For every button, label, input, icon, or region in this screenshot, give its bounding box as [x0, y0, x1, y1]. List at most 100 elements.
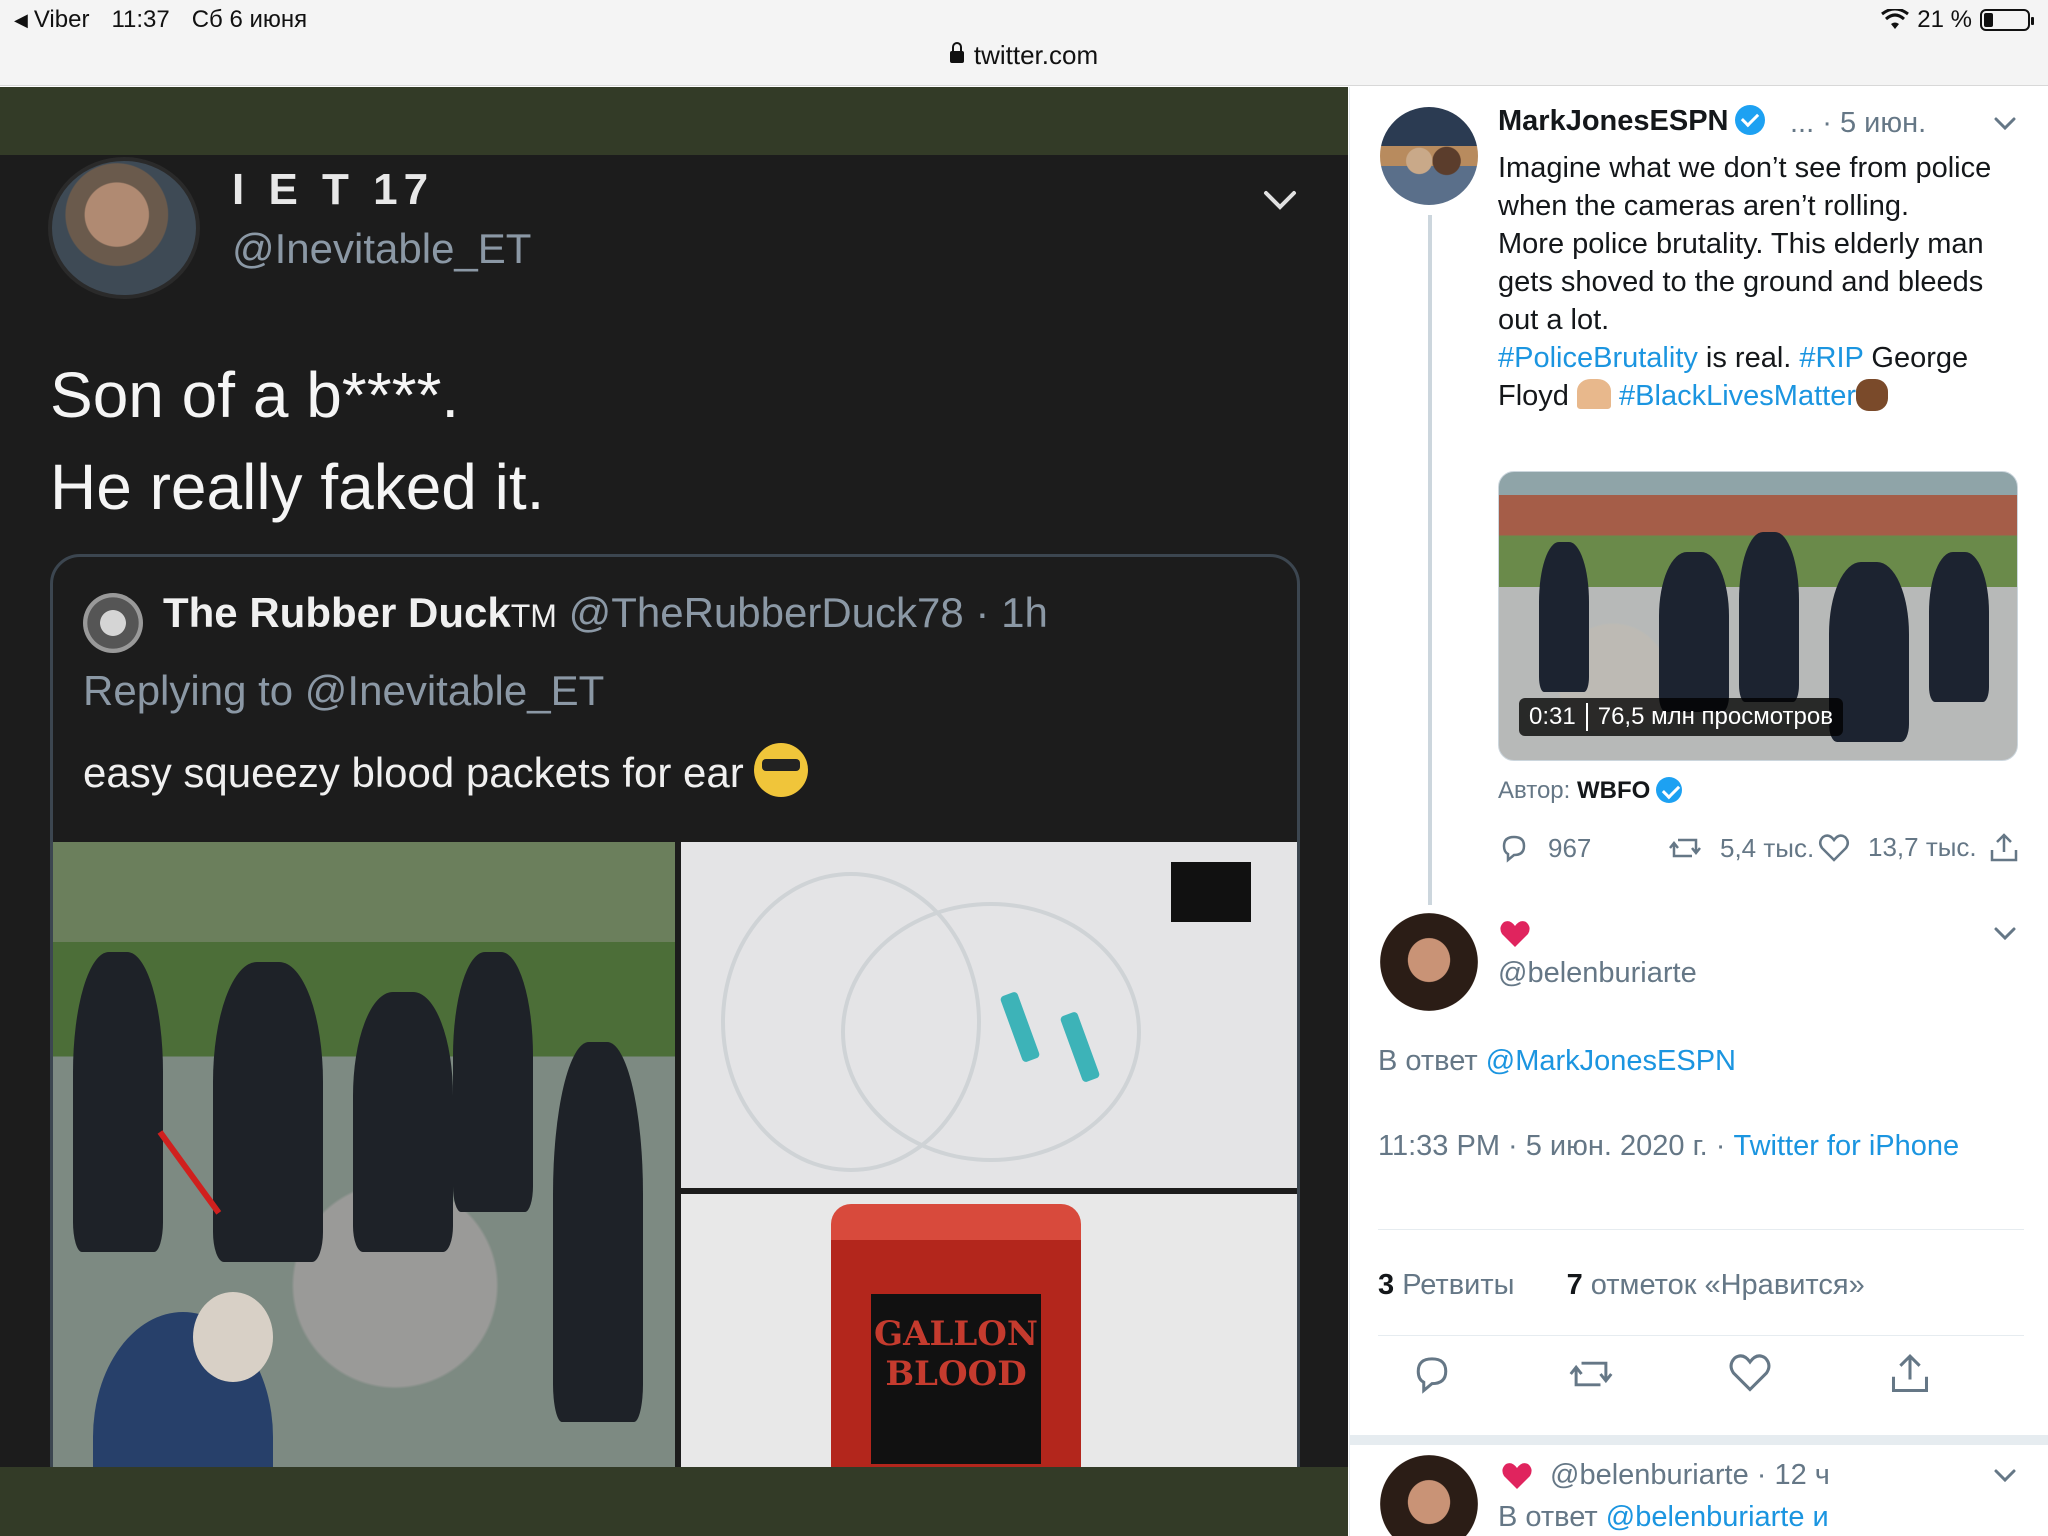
likes-count[interactable]: 7	[1567, 1269, 1583, 1301]
status-left: ◀ Viber 11:37 Сб 6 июня	[14, 6, 307, 34]
embedded-tweet-image[interactable]: I E T 17 @Inevitable_ET Son of a b****. …	[0, 87, 1348, 1536]
thread-connector	[1428, 215, 1432, 905]
tweet-body: Imagine what we don’t see from police wh…	[1498, 149, 2028, 415]
retweet-action[interactable]: 5,4 тыс.	[1668, 832, 1814, 864]
sunglasses-emoji-icon	[753, 743, 808, 797]
raised-fist-emoji-icon	[1855, 379, 1888, 411]
officer-figure	[353, 992, 453, 1252]
divider	[1378, 1335, 2024, 1336]
tweet-source-link[interactable]: Twitter for iPhone	[1733, 1130, 1959, 1162]
quoted-tweet: The Rubber DuckTM @TheRubberDuck78 · 1h …	[50, 554, 1300, 1536]
tweet-actions: 967 5,4 тыс. 13,7 тыс.	[1498, 832, 2028, 872]
quoted-tm: TM	[510, 598, 557, 634]
image-bottom-border	[0, 1467, 1348, 1536]
video-thumbnail[interactable]: 0:31 76,5 млн просмотров	[1498, 471, 2018, 761]
embedded-tweet-text: Son of a b****. He really faked it.	[50, 359, 545, 523]
blood-kit-photo	[681, 842, 1297, 1188]
retweet-icon	[1669, 838, 1701, 858]
video-author-source[interactable]: WBFO	[1577, 777, 1650, 804]
jar-label: GALLON BLOOD	[871, 1294, 1041, 1464]
red-heart-emoji-icon	[1500, 921, 1530, 947]
share-action[interactable]	[1988, 832, 2020, 864]
quoted-handle-time: @TheRubberDuck78 · 1h	[568, 589, 1048, 636]
tweet-meta: ... · 5 июн.	[1790, 107, 1927, 139]
next-replying-label: В ответ	[1498, 1501, 1598, 1533]
verified-badge-icon	[1734, 105, 1765, 135]
iv-tubing	[841, 902, 1141, 1162]
likes-label[interactable]: отметок «Нравится»	[1591, 1269, 1865, 1301]
officer-figure	[1739, 532, 1799, 702]
timestamp-text: 11:33 PM · 5 июн. 2020 г. ·	[1378, 1130, 1726, 1162]
officer-figure	[553, 1042, 643, 1422]
embedded-author-handle: @Inevitable_ET	[232, 225, 532, 272]
heart-outline-icon[interactable]	[1728, 1352, 1772, 1394]
officer-figure	[73, 952, 163, 1252]
section-divider	[1350, 1435, 2048, 1445]
status-right: 21 %	[1881, 6, 2034, 34]
battery-icon	[1980, 9, 2034, 31]
reply-stats: 3 Ретвиты 7 отметок «Нравится»	[1378, 1269, 1865, 1302]
quoted-replying-to: Replying to @Inevitable_ET	[83, 667, 605, 714]
red-heart-emoji-icon	[1502, 1463, 1532, 1489]
quoted-header: The Rubber DuckTM @TheRubberDuck78 · 1h	[163, 589, 1048, 637]
like-count: 13,7 тыс.	[1868, 832, 1977, 862]
reply-timestamp: 11:33 PM · 5 июн. 2020 г. · Twitter for …	[1378, 1127, 2018, 1165]
hashtag-rip[interactable]: #RIP	[1799, 342, 1863, 374]
divider	[1378, 1229, 2024, 1230]
tweet-thread-panel: MarkJonesESPN ... · 5 июн. Imagine what …	[1349, 87, 2048, 1536]
back-app-label[interactable]: Viber	[34, 6, 90, 34]
author-name[interactable]: MarkJonesESPN	[1498, 105, 1765, 138]
hashtag-policebrutality[interactable]: #PoliceBrutality	[1498, 342, 1698, 374]
embedded-author-name: I E T 17	[232, 165, 435, 214]
officer-figure	[453, 952, 533, 1212]
reply-actions	[1410, 1352, 1990, 1398]
replying-to: В ответ @MarkJonesESPN	[1378, 1045, 1736, 1078]
replying-to-label: В ответ	[1378, 1045, 1478, 1077]
retweets-count[interactable]: 3	[1378, 1269, 1394, 1301]
hashtag-blacklivesmatter[interactable]: #BlackLivesMatter	[1619, 380, 1856, 412]
replying-to-handle[interactable]: @MarkJonesESPN	[1486, 1045, 1736, 1077]
chevron-down-icon[interactable]	[1990, 109, 2020, 139]
officer-figure	[1659, 552, 1729, 712]
red-arrow-annotation	[157, 1130, 222, 1215]
address-bar[interactable]: twitter.com	[0, 40, 2048, 71]
back-arrow-icon[interactable]: ◀	[14, 10, 28, 31]
reply-author-avatar[interactable]	[1380, 913, 1478, 1011]
tweet-line-2: More police brutality. This elderly man …	[1498, 228, 1984, 336]
author-avatar[interactable]	[1380, 107, 1478, 205]
chevron-down-icon[interactable]	[1990, 1461, 2020, 1491]
like-action[interactable]: 13,7 тыс.	[1818, 832, 1977, 863]
tweet-line-1: Imagine what we don’t see from police wh…	[1498, 152, 1992, 222]
chevron-down-icon	[1258, 179, 1302, 223]
wifi-icon	[1881, 9, 1910, 29]
next-replying-handle[interactable]: @belenburiarte и	[1606, 1501, 1829, 1533]
quoted-avatar	[83, 593, 143, 653]
share-icon	[1990, 833, 2018, 862]
next-tweet-avatar[interactable]	[1380, 1455, 1478, 1536]
quoted-text: easy squeezy blood packets for ear	[83, 749, 744, 796]
quoted-text-line: easy squeezy blood packets for ear	[83, 743, 808, 797]
lock-icon	[949, 42, 964, 63]
url-text: twitter.com	[973, 40, 1099, 70]
video-author-label: Автор:	[1498, 777, 1571, 804]
reply-icon[interactable]	[1410, 1352, 1454, 1396]
praying-hands-emoji-icon	[1576, 379, 1611, 409]
share-icon[interactable]	[1888, 1352, 1932, 1396]
reply-author-handle[interactable]: @belenburiarte	[1498, 957, 1697, 990]
author-name-text: MarkJonesESPN	[1498, 105, 1729, 137]
officer-figure	[1929, 552, 1989, 702]
retweet-icon[interactable]	[1568, 1352, 1614, 1396]
battery-percent: 21 %	[1917, 6, 1972, 33]
retweets-label[interactable]: Ретвиты	[1402, 1269, 1514, 1301]
reply-action[interactable]: 967	[1498, 832, 1591, 864]
ios-status-bar: ◀ Viber 11:37 Сб 6 июня 21 % twitter.com	[0, 0, 2048, 86]
chevron-down-icon[interactable]	[1990, 919, 2020, 949]
next-tweet-handle-time[interactable]: @belenburiarte · 12 ч	[1550, 1459, 1830, 1492]
battery-pack	[1171, 862, 1251, 922]
heart-outline-icon	[1819, 833, 1849, 862]
next-tweet-replying-to: В ответ @belenburiarte и	[1498, 1501, 1829, 1534]
video-author: Автор: WBFO	[1498, 777, 1683, 805]
quoted-name: The Rubber Duck	[163, 589, 511, 636]
elderly-man-head	[193, 1292, 273, 1382]
status-date: Сб 6 июня	[191, 6, 308, 33]
